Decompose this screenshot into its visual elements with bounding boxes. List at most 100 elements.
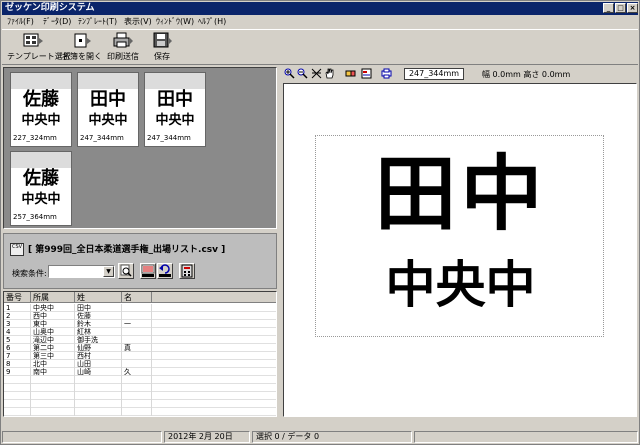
menu-help[interactable]: ﾍﾙﾌﾟ(H) [198,15,226,28]
search-condition-select[interactable]: ▼ [48,265,115,278]
fit-icon[interactable] [311,68,322,79]
cell-affiliation: 南中 [31,368,75,376]
minimize-button[interactable]: _ [603,3,614,13]
menu-data[interactable]: ﾃﾞｰﾀ(D) [43,15,71,28]
cell-number: 7 [4,352,31,360]
print-preview-icon[interactable] [381,68,392,79]
status-bar: 2012年 2月 20日 選択 0 / データ 0 [2,430,638,444]
preview-school-text[interactable]: 中央中 [316,253,605,317]
cell-affiliation [31,400,75,408]
floppy-disk-icon [153,32,172,48]
print-send-button[interactable]: 印刷送信 [105,31,141,63]
menu-view[interactable]: 表示(V) [124,15,152,28]
table-row[interactable] [4,400,276,408]
table-row[interactable] [4,392,276,400]
status-panel-right [414,431,638,443]
thumbnail-size: 247_344mm [80,134,124,142]
column-header-affiliation[interactable]: 所属 [31,292,75,303]
cell-number: 9 [4,368,31,376]
cell-given-name: 真 [122,344,152,352]
thumbnail-name: 佐藤 [23,89,59,110]
template-select-button[interactable]: テンプレート選択 [7,31,71,63]
menu-template[interactable]: ﾃﾝﾌﾟﾚｰﾄ(T) [78,15,117,28]
cell-given-name [122,328,152,336]
table-row[interactable]: 1 中央中 田中 [4,304,276,312]
column-header-surname[interactable]: 姓 [75,292,122,303]
entry-table[interactable]: 番号 所属 姓 名 1 中央中 田中 2 西中 佐藤 3 東中 鈴木一 4 山奥中 紅林 5 滝辺中 御手洗… [3,291,277,417]
cell-given-name [122,384,152,392]
template-thumbnail[interactable]: 田中 中央中 247_344mm [77,72,139,147]
thumbnail-school: 中央中 [88,113,128,128]
window-title: ゼッケン印刷システム [5,3,95,13]
status-date: 2012年 2月 20日 [164,431,250,443]
table-row[interactable]: 2 西中 佐藤 [4,312,276,320]
cell-number: 4 [4,328,31,336]
cell-number [4,408,31,416]
thumbnail-school: 中央中 [21,192,61,207]
cell-surname [75,400,122,408]
close-button[interactable]: × [627,3,638,13]
table-row[interactable] [4,384,276,392]
save-button[interactable]: 保存 [146,31,178,63]
cell-surname [75,392,122,400]
template-thumbnail[interactable]: 佐藤 中央中 257_364mm [10,151,72,226]
template-thumbnail-panel: 佐藤 中央中 227_324mm 田中 中央中 247_344mm 田中 中央中… [3,67,277,229]
table-row[interactable]: 9 南中 山崎久 [4,368,276,376]
hand-icon[interactable] [324,68,335,79]
undo-search-button[interactable] [157,263,173,279]
preview-name-text[interactable]: 田中 [316,147,605,243]
table-row[interactable]: 5 滝辺中 御手洗 [4,336,276,344]
cell-affiliation: 第二中 [31,344,75,352]
eraser-icon[interactable] [345,68,356,79]
preview-canvas[interactable]: 田中 中央中 [283,83,637,417]
cell-given-name [122,352,152,360]
cell-number: 2 [4,312,31,320]
table-row[interactable] [4,408,276,416]
cell-given-name: 一 [122,320,152,328]
thumbnail-name: 田中 [157,89,193,110]
column-header-number[interactable]: 番号 [4,292,31,303]
dimensions-readout: 幅 0.0mm 高さ 0.0mm [482,70,571,79]
template-thumbnail[interactable]: 田中 中央中 247_344mm [144,72,206,147]
cell-surname: 御手洗 [75,336,122,344]
maximize-button[interactable]: □ [615,3,626,13]
cell-given-name [122,376,152,384]
template-thumbnail[interactable]: 佐藤 中央中 227_324mm [10,72,72,147]
menu-window[interactable]: ｳｨﾝﾄﾞｳ(W) [156,15,194,28]
thumbnail-school: 中央中 [21,113,61,128]
zoom-out-icon[interactable] [297,68,308,79]
cell-given-name [122,408,152,416]
search-button[interactable] [118,263,134,279]
cell-affiliation [31,376,75,384]
table-row[interactable]: 6 第二中 仙野真 [4,344,276,352]
cell-affiliation: 東中 [31,320,75,328]
layout-icon[interactable] [361,68,372,79]
cell-surname: 鈴木 [75,320,122,328]
cell-given-name [122,360,152,368]
column-header-given-name[interactable]: 名 [122,292,152,303]
cell-given-name [122,312,152,320]
template-size-display: 247_344mm [404,68,464,80]
cell-surname [75,408,122,416]
table-row[interactable]: 7 第三中 西村 [4,352,276,360]
table-row[interactable]: 4 山奥中 紅林 [4,328,276,336]
cell-surname: 山田 [75,360,122,368]
thumbnail-name: 田中 [90,89,126,110]
table-row[interactable] [4,376,276,384]
preview-pane: 247_344mm 幅 0.0mm 高さ 0.0mm 田中 中央中 [282,67,638,417]
calculator-button[interactable] [179,263,195,279]
csv-file-icon: CSV [10,243,24,256]
bib-preview-sheet[interactable]: 田中 中央中 [315,135,604,337]
zoom-in-icon[interactable] [284,68,295,79]
chevron-down-icon[interactable]: ▼ [103,266,114,277]
thumbnail-name: 佐藤 [23,168,59,189]
cell-affiliation: 山奥中 [31,328,75,336]
calculator-icon [181,264,193,278]
menu-file[interactable]: ﾌｧｲﾙ(F) [7,15,34,28]
table-row[interactable]: 3 東中 鈴木一 [4,320,276,328]
table-row[interactable]: 8 北中 山田 [4,360,276,368]
cell-number [4,392,31,400]
show-all-button[interactable] [140,263,156,279]
preview-toolbar: 247_344mm 幅 0.0mm 高さ 0.0mm [282,67,638,81]
open-list-button[interactable]: 名簿を開く [62,31,102,63]
